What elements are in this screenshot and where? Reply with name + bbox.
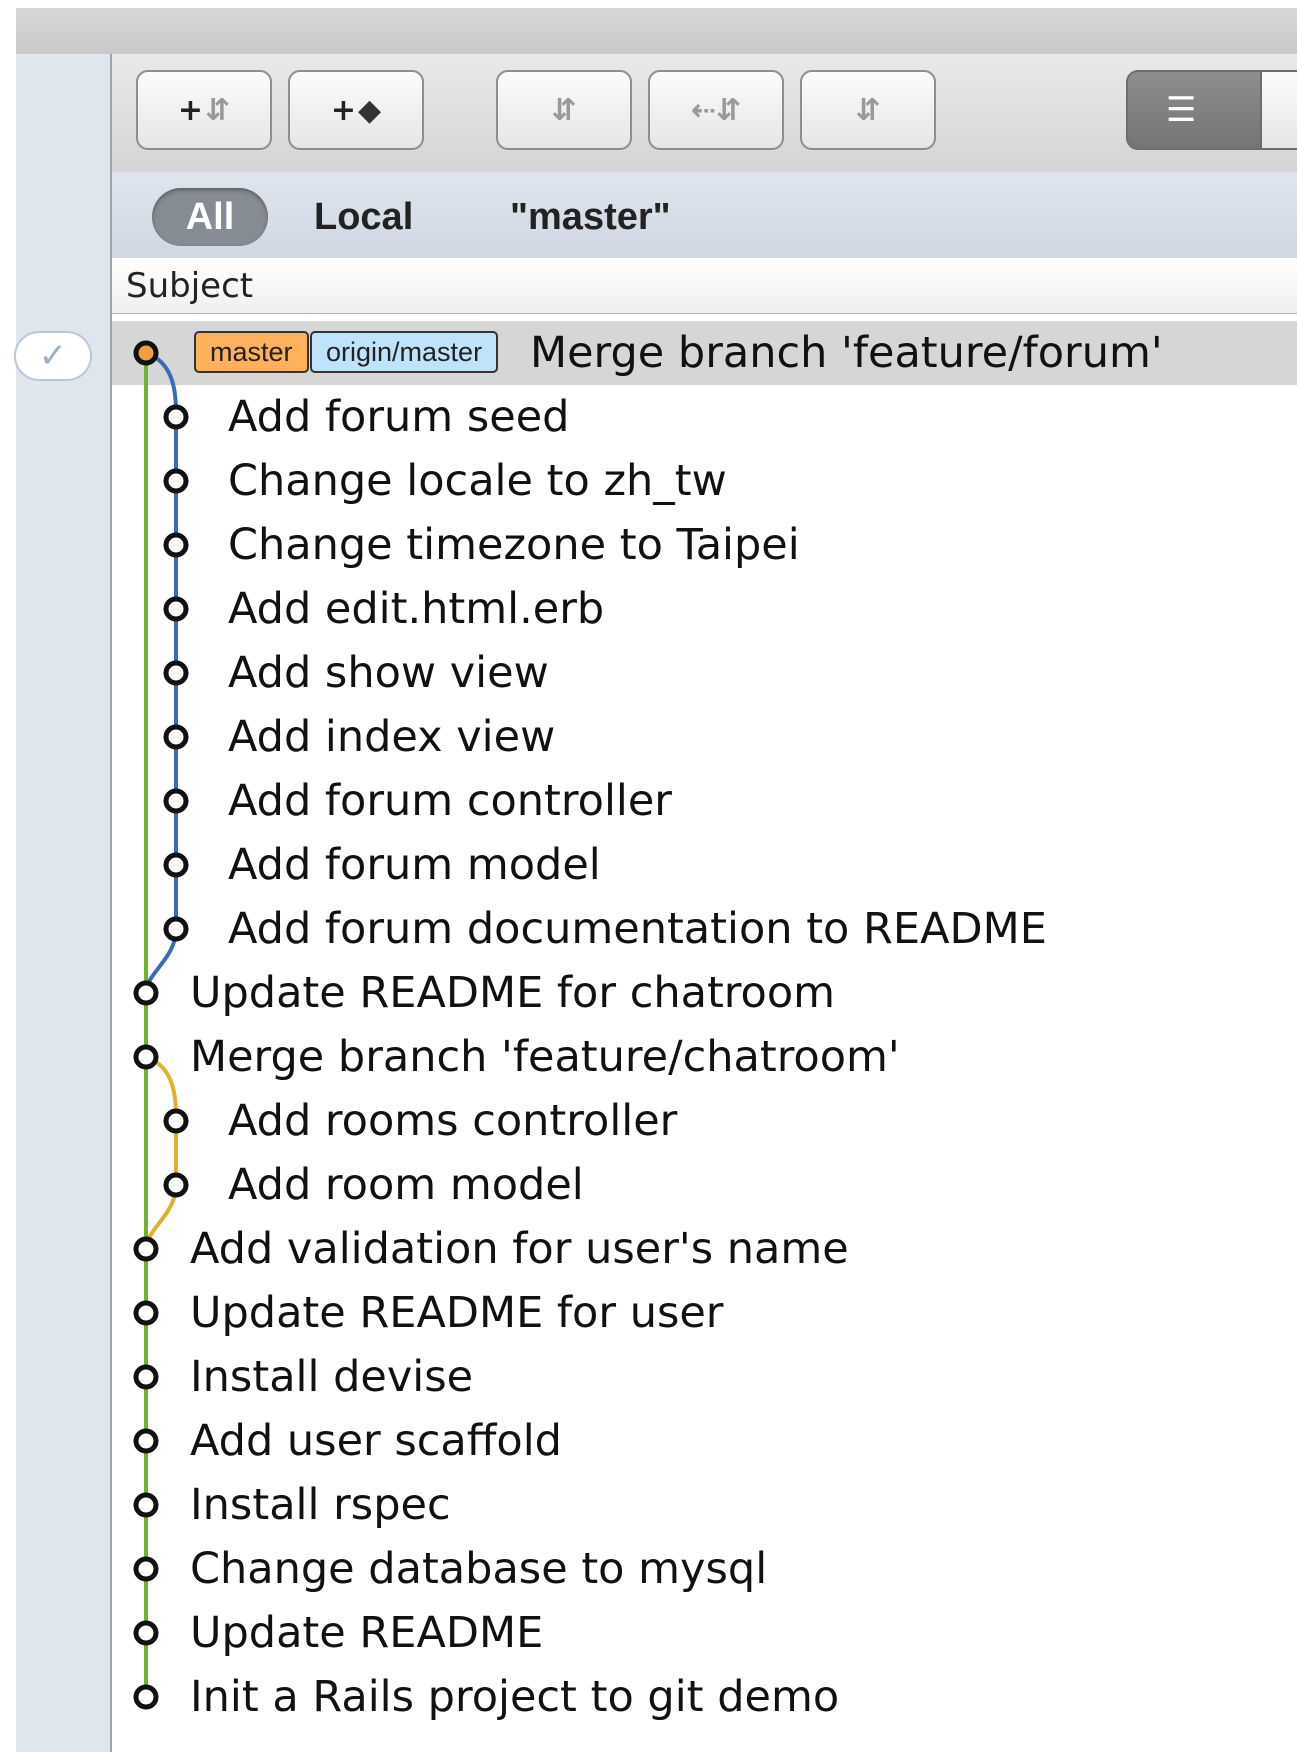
commit-subject: Add edit.html.erb — [228, 584, 605, 634]
alternate-view-toggle[interactable] — [1260, 72, 1297, 148]
commit-subject: Merge branch 'feature/chatroom' — [190, 1032, 900, 1082]
commit-subject: Install devise — [190, 1352, 474, 1402]
app-window: +⇵ +◆ ⇵ ⇠⇵ ⇵ ☰ All Local "master" Subjec… — [0, 0, 1297, 1752]
commit-row[interactable]: Install devise — [112, 1345, 1297, 1409]
commit-subject: Add forum seed — [228, 392, 570, 442]
commit-row[interactable]: Add forum controller — [112, 769, 1297, 833]
branch-tag-origin-master[interactable]: origin/master — [310, 331, 499, 373]
commit-row[interactable]: Add show view — [112, 641, 1297, 705]
commit-subject: Change locale to zh_tw — [228, 456, 727, 506]
commit-row[interactable]: Init a Rails project to git demo — [112, 1665, 1297, 1729]
commit-subject: Add show view — [228, 648, 549, 698]
list-icon: ☰ — [1166, 90, 1197, 130]
sidebar-gutter — [16, 54, 112, 1752]
scope-current-branch-button[interactable]: "master" — [510, 188, 671, 246]
commit-row[interactable]: Update README for user — [112, 1281, 1297, 1345]
branch-tag-master[interactable]: master — [194, 331, 309, 373]
commit-subject: Init a Rails project to git demo — [190, 1672, 840, 1722]
commit-row[interactable]: Change timezone to Taipei — [112, 513, 1297, 577]
commit-row[interactable]: Install rspec — [112, 1473, 1297, 1537]
commit-subject: Update README for user — [190, 1288, 724, 1338]
commit-row[interactable]: Add forum model — [112, 833, 1297, 897]
commit-subject: Add forum documentation to README — [228, 904, 1047, 954]
commit-subject: Install rspec — [190, 1480, 451, 1530]
rebase-button[interactable]: ⇵ — [800, 70, 936, 150]
scope-all-button[interactable]: All — [152, 188, 268, 246]
commit-row[interactable]: Add rooms controller — [112, 1089, 1297, 1153]
commit-row[interactable]: master origin/master Merge branch 'feature… — [112, 321, 1297, 385]
commit-row[interactable]: Change locale to zh_tw — [112, 449, 1297, 513]
commit-subject: Update README — [190, 1608, 544, 1658]
commit-subject: Change timezone to Taipei — [228, 520, 800, 570]
checkmark-icon: ✓ — [16, 333, 90, 379]
commit-subject: Add user scaffold — [190, 1416, 562, 1466]
commit-subject: Add room model — [228, 1160, 584, 1210]
toolbar: +⇵ +◆ ⇵ ⇠⇵ ⇵ ☰ — [112, 54, 1297, 173]
commit-row[interactable]: Update README for chatroom — [112, 961, 1297, 1025]
commit-row[interactable]: Add edit.html.erb — [112, 577, 1297, 641]
commit-subject: Change database to mysql — [190, 1544, 768, 1594]
history-view-toggle[interactable]: ☰ — [1126, 70, 1297, 150]
commit-subject: Add validation for user's name — [190, 1224, 849, 1274]
commit-subject: Merge branch 'feature/forum' — [530, 328, 1163, 378]
commit-subject: Add forum controller — [228, 776, 672, 826]
commit-row[interactable]: Add forum seed — [112, 385, 1297, 449]
commit-list: master origin/master Merge branch 'feature… — [112, 321, 1297, 1752]
commit-row[interactable]: Merge branch 'feature/chatroom' — [112, 1025, 1297, 1089]
commit-row[interactable]: Add index view — [112, 705, 1297, 769]
commit-subject: Add rooms controller — [228, 1096, 678, 1146]
commit-row[interactable]: Add user scaffold — [112, 1409, 1297, 1473]
commit-row[interactable]: Change database to mysql — [112, 1537, 1297, 1601]
checkout-button[interactable]: ⇵ — [496, 70, 632, 150]
commit-subject: Add forum model — [228, 840, 601, 890]
scope-local-button[interactable]: Local — [314, 188, 413, 246]
add-branch-icon: +⇵ — [177, 92, 231, 128]
checkout-icon: ⇵ — [551, 92, 577, 128]
add-branch-button[interactable]: +⇵ — [136, 70, 272, 150]
commit-row[interactable]: Add forum documentation to README — [112, 897, 1297, 961]
rebase-icon: ⇵ — [855, 92, 881, 128]
commit-row[interactable]: Add validation for user's name — [112, 1217, 1297, 1281]
merge-button[interactable]: ⇠⇵ — [648, 70, 784, 150]
add-tag-button[interactable]: +◆ — [288, 70, 424, 150]
scope-bar: All Local "master" — [112, 172, 1297, 259]
merge-icon: ⇠⇵ — [690, 92, 742, 128]
title-bar — [16, 8, 1297, 55]
commit-row[interactable]: Update README — [112, 1601, 1297, 1665]
commit-row[interactable]: Add room model — [112, 1153, 1297, 1217]
subject-column-header[interactable]: Subject — [112, 258, 1297, 314]
commit-subject: Add index view — [228, 712, 556, 762]
add-tag-icon: +◆ — [330, 92, 382, 128]
commit-subject: Update README for chatroom — [190, 968, 836, 1018]
